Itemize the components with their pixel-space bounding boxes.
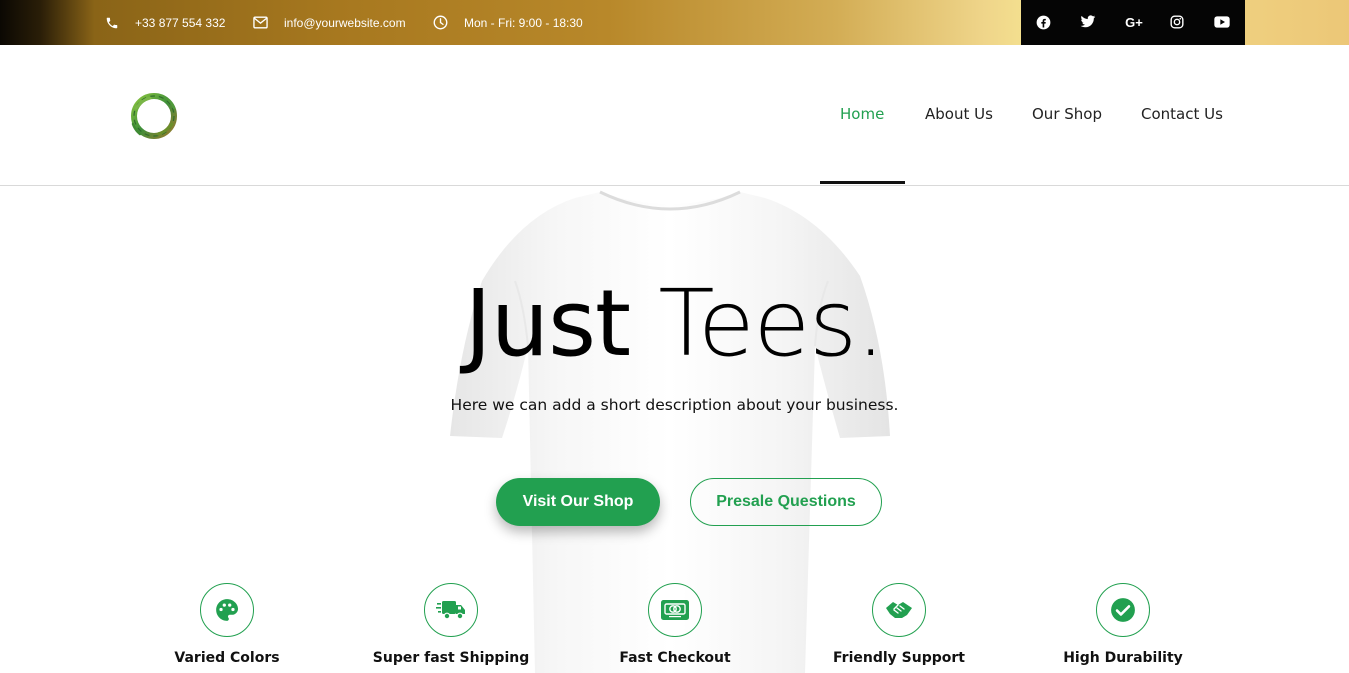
palette-icon (216, 599, 239, 621)
truck-icon (436, 601, 465, 620)
feature-label: Super fast Shipping (372, 650, 530, 666)
nav-item-contact-us[interactable]: Contact Us (1141, 105, 1223, 123)
phone-icon (105, 16, 119, 30)
feature-icon-circle (648, 583, 702, 637)
nav-item-our-shop[interactable]: Our Shop (1032, 105, 1102, 123)
envelope-icon (253, 16, 268, 29)
site-header: Home About Us Our Shop Contact Us (0, 45, 1349, 186)
feature-label: High Durability (1063, 650, 1183, 666)
google-plus-text: G+ (1125, 14, 1143, 30)
handshake-icon (886, 602, 912, 618)
hero-section: Just Tees. Here we can add a short descr… (0, 186, 1349, 673)
clock-icon (433, 15, 448, 30)
youtube-icon[interactable] (1213, 13, 1231, 31)
credit-card-icon (661, 600, 689, 620)
instagram-icon[interactable] (1168, 13, 1186, 31)
feature-label: Fast Checkout (619, 650, 731, 666)
phone-info[interactable]: +33 877 554 332 (105, 0, 225, 45)
feature-label: Varied Colors (174, 650, 280, 666)
phone-text: +33 877 554 332 (135, 15, 226, 30)
logo[interactable] (126, 88, 182, 144)
feature-label: Friendly Support (833, 650, 965, 666)
facebook-icon[interactable] (1034, 13, 1052, 31)
feature-icon-circle (424, 583, 478, 637)
active-nav-indicator (820, 181, 905, 184)
nav-item-about-us[interactable]: About Us (925, 105, 993, 123)
twitter-icon[interactable] (1079, 13, 1097, 31)
hours-text: Mon - Fri: 9:00 - 18:30 (464, 15, 583, 30)
nav-item-home[interactable]: Home (840, 105, 884, 123)
feature-icon-circle (1096, 583, 1150, 637)
social-links: G+ (1021, 0, 1245, 45)
email-info[interactable]: info@yourwebsite.com (253, 0, 406, 45)
feature-icon-circle (872, 583, 926, 637)
feature-icon-circle (200, 583, 254, 637)
google-plus-icon[interactable]: G+ (1123, 13, 1145, 31)
email-text: info@yourwebsite.com (284, 15, 406, 30)
leaf-wreath-logo-icon (131, 93, 177, 139)
top-bar: +33 877 554 332 info@yourwebsite.com Mon… (0, 0, 1349, 45)
features-row: Varied Colors Super fast Shipping Fast C… (0, 186, 1349, 673)
check-circle-icon (1111, 598, 1135, 622)
hours-info: Mon - Fri: 9:00 - 18:30 (433, 0, 583, 45)
